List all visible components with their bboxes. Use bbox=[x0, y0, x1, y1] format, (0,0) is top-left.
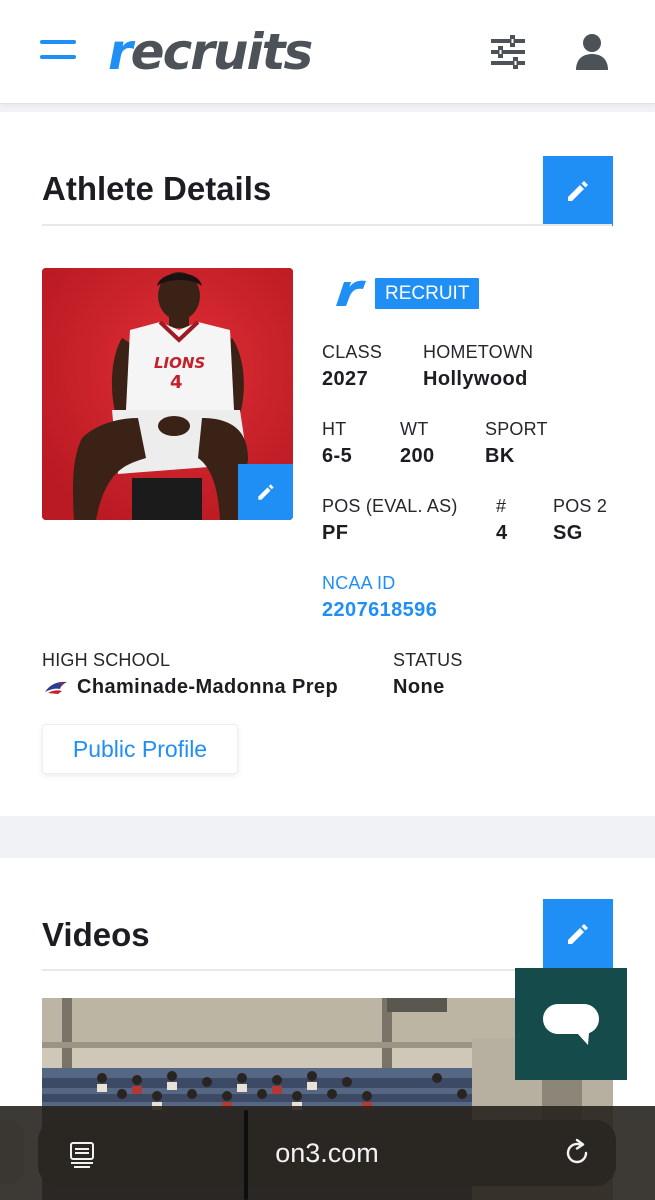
hamburger-menu-icon[interactable] bbox=[40, 38, 76, 64]
ncaa-id-link[interactable]: 2207618596 bbox=[322, 599, 437, 622]
height-label: HT bbox=[322, 419, 347, 439]
browser-toolbar: on3.com bbox=[0, 1106, 655, 1200]
sport-value: BK bbox=[485, 445, 515, 467]
url-text: on3.com bbox=[275, 1138, 379, 1168]
jersey-text: LIONS bbox=[154, 354, 205, 372]
position2-value: SG bbox=[553, 522, 583, 544]
pencil-icon bbox=[568, 181, 588, 201]
number-value: 4 bbox=[496, 522, 508, 544]
address-bar[interactable]: on3.com bbox=[38, 1120, 616, 1186]
sport-label: SPORT bbox=[485, 419, 548, 439]
athlete-details-card: Athlete Details LIONS 4 RECRUIT CLASS 20… bbox=[0, 112, 655, 816]
pencil-icon bbox=[568, 924, 588, 944]
weight-value: 200 bbox=[400, 445, 435, 467]
hometown-label: HOMETOWN bbox=[423, 342, 534, 362]
height-value: 6-5 bbox=[322, 445, 353, 467]
divider bbox=[42, 224, 612, 226]
recruit-badge: RECRUIT bbox=[375, 278, 480, 309]
text-cursor-marker bbox=[244, 1110, 248, 1200]
hometown-value: Hollywood bbox=[423, 368, 528, 390]
app-header: recruits bbox=[0, 0, 655, 104]
class-label: CLASS bbox=[322, 342, 383, 362]
school-logo-icon bbox=[45, 681, 67, 694]
edit-photo-button[interactable] bbox=[238, 464, 293, 520]
sliders-icon[interactable] bbox=[488, 32, 528, 72]
user-icon[interactable] bbox=[574, 32, 610, 72]
status-label: STATUS bbox=[393, 650, 463, 670]
recruits-r-icon bbox=[336, 280, 366, 306]
position-label: POS (EVAL. AS) bbox=[322, 496, 458, 516]
status-value: None bbox=[393, 676, 445, 698]
position-value: PF bbox=[322, 522, 349, 544]
weight-label: WT bbox=[400, 419, 429, 439]
jersey-number: 4 bbox=[170, 372, 183, 393]
chat-bubble-icon bbox=[543, 1004, 599, 1045]
edit-athlete-button[interactable] bbox=[543, 156, 613, 226]
position2-label: POS 2 bbox=[553, 496, 608, 516]
high-school-label: HIGH SCHOOL bbox=[42, 650, 171, 670]
section-title: Videos bbox=[42, 916, 150, 953]
public-profile-button[interactable]: Public Profile bbox=[42, 724, 238, 774]
number-label: # bbox=[496, 496, 507, 516]
class-value: 2027 bbox=[322, 368, 369, 390]
previous-tab[interactable] bbox=[0, 1120, 24, 1184]
reload-icon[interactable] bbox=[562, 1138, 592, 1168]
athlete-photo: LIONS 4 bbox=[42, 268, 293, 520]
chat-button[interactable] bbox=[515, 968, 627, 1080]
pencil-icon bbox=[258, 484, 274, 500]
edit-videos-button[interactable] bbox=[543, 899, 613, 969]
recruits-logo[interactable]: recruits bbox=[108, 22, 313, 82]
ncaa-id-label: NCAA ID bbox=[322, 573, 396, 593]
high-school-value[interactable]: Chaminade-Madonna Prep bbox=[77, 676, 338, 699]
section-title: Athlete Details bbox=[42, 170, 272, 207]
